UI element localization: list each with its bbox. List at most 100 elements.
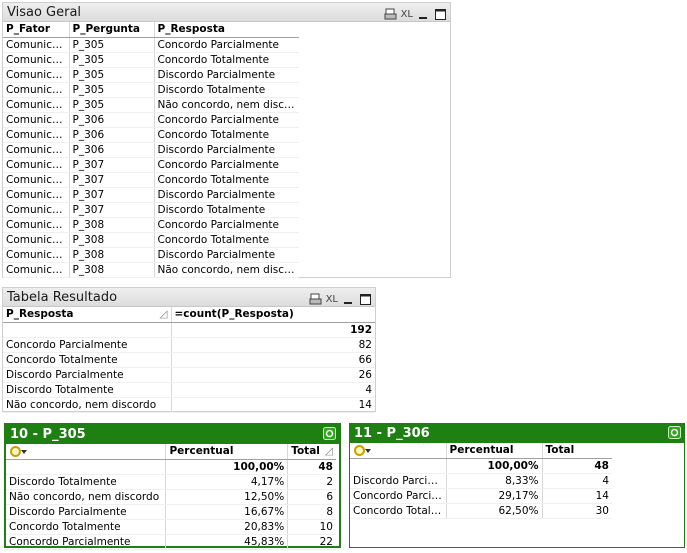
table-cell[interactable]: Concordo Parcialmente bbox=[3, 337, 172, 353]
table-row[interactable]: Discordo Totalmente 4,17% 2 bbox=[6, 474, 336, 490]
table-row[interactable]: ComunicacaoP_306Discordo Parcialmente bbox=[3, 142, 299, 158]
p306-caption[interactable]: 11 - P_306 bbox=[350, 424, 684, 443]
table-cell[interactable]: Concordo Totalmente bbox=[154, 52, 299, 68]
table-row[interactable]: ComunicacaoP_308Concordo Totalmente bbox=[3, 232, 299, 248]
table-cell[interactable]: Comunicacao bbox=[3, 217, 70, 233]
excel-icon[interactable]: XL bbox=[401, 5, 413, 24]
table-row[interactable]: ComunicacaoP_305Discordo Totalmente bbox=[3, 82, 299, 98]
table-row[interactable]: ComunicacaoP_308Discordo Parcialmente bbox=[3, 247, 299, 263]
table-cell[interactable]: 4,17% bbox=[165, 474, 289, 490]
table-cell[interactable]: Concordo Parcialmente bbox=[154, 37, 299, 53]
cycle-icon[interactable] bbox=[668, 426, 681, 439]
table-cell[interactable]: P_308 bbox=[69, 232, 155, 248]
table-row[interactable]: Discordo Parcialmente 16,67% 8 bbox=[6, 504, 336, 520]
table-cell[interactable]: Discordo Parcialmente bbox=[154, 67, 299, 83]
table-cell[interactable]: Comunicacao bbox=[3, 82, 70, 98]
table-cell[interactable]: Discordo Parcialmente bbox=[154, 247, 299, 263]
table-cell[interactable]: 14 bbox=[171, 397, 375, 413]
table-cell[interactable]: Comunicacao bbox=[3, 112, 70, 128]
table-row[interactable]: Discordo Totalmente 4 bbox=[3, 382, 375, 398]
table-row[interactable]: Não concordo, nem discordo 12,50% 6 bbox=[6, 489, 336, 505]
table-row[interactable]: Não concordo, nem discordo 14 bbox=[3, 397, 375, 413]
table-cell[interactable]: Concordo Totalmente bbox=[3, 352, 172, 368]
table-cell[interactable]: 22 bbox=[287, 534, 336, 550]
table-cell[interactable]: 16,67% bbox=[165, 504, 289, 520]
restore-icon[interactable] bbox=[359, 293, 372, 306]
table-cell[interactable]: Discordo Parcialmente bbox=[154, 187, 299, 203]
table-cell[interactable]: Discordo Parcialmente bbox=[350, 473, 447, 489]
table-cell[interactable]: Comunicacao bbox=[3, 202, 70, 218]
col-header-total[interactable]: Total ◿ bbox=[287, 444, 336, 460]
table-cell[interactable]: Comunicacao bbox=[3, 172, 70, 188]
table-cell[interactable]: P_306 bbox=[69, 127, 155, 143]
table-cell[interactable]: 20,83% bbox=[165, 519, 289, 535]
table-row[interactable]: Concordo Totalmente 20,83% 10 bbox=[6, 519, 336, 535]
table-cell[interactable]: Discordo Parcialmente bbox=[6, 504, 167, 520]
table-cell[interactable]: 45,83% bbox=[165, 534, 289, 550]
table-cell[interactable]: 4 bbox=[542, 473, 612, 489]
table-cell[interactable]: Concordo Parcialmente bbox=[154, 112, 299, 128]
sort-indicator-icon[interactable]: ◿ bbox=[159, 307, 167, 321]
minimize-icon[interactable] bbox=[342, 293, 355, 306]
table-cell[interactable]: P_305 bbox=[69, 37, 155, 53]
table-row[interactable]: Concordo Parcialmente 45,83% 22 bbox=[6, 534, 336, 550]
table-cell[interactable]: 29,17% bbox=[446, 488, 543, 504]
table-cell[interactable]: Concordo Totalmente bbox=[154, 127, 299, 143]
table-cell[interactable]: P_305 bbox=[69, 97, 155, 113]
table-cell[interactable]: P_307 bbox=[69, 172, 155, 188]
table-row[interactable]: Concordo Parcialmente 82 bbox=[3, 337, 375, 353]
table-cell[interactable]: Discordo Totalmente bbox=[3, 382, 172, 398]
sort-indicator-icon[interactable]: ◿ bbox=[325, 444, 333, 458]
table-cell[interactable]: Comunicacao bbox=[3, 262, 70, 278]
table-row[interactable]: ComunicacaoP_307Discordo Parcialmente bbox=[3, 187, 299, 203]
table-row[interactable]: Concordo Totalmente 66 bbox=[3, 352, 375, 368]
table-cell[interactable]: P_307 bbox=[69, 157, 155, 173]
table-cell[interactable]: P_306 bbox=[69, 142, 155, 158]
print-icon[interactable] bbox=[384, 8, 397, 21]
table-row[interactable]: ComunicacaoP_307Concordo Totalmente bbox=[3, 172, 299, 188]
table-cell[interactable]: Discordo Totalmente bbox=[154, 82, 299, 98]
table-cell[interactable]: 2 bbox=[287, 474, 336, 490]
col-header-percentual[interactable]: Percentual bbox=[165, 444, 289, 460]
col-header-p-pergunta[interactable]: P_Pergunta bbox=[69, 22, 155, 38]
table-row[interactable]: ComunicacaoP_305Concordo Totalmente bbox=[3, 52, 299, 68]
table-cell[interactable]: 8,33% bbox=[446, 473, 543, 489]
table-cell[interactable]: Concordo Parcialmente bbox=[154, 217, 299, 233]
table-cell[interactable]: Concordo Totalmente bbox=[6, 519, 167, 535]
print-icon[interactable] bbox=[309, 293, 322, 306]
table-row[interactable]: ComunicacaoP_305Não concordo, nem discor… bbox=[3, 97, 299, 113]
table-cell[interactable]: Discordo Parcialmente bbox=[154, 142, 299, 158]
table-row[interactable]: ComunicacaoP_308Concordo Parcialmente bbox=[3, 217, 299, 233]
table-row[interactable]: ComunicacaoP_306Concordo Parcialmente bbox=[3, 112, 299, 128]
table-cell[interactable]: 8 bbox=[287, 504, 336, 520]
table-cell[interactable]: Comunicacao bbox=[3, 142, 70, 158]
table-cell[interactable]: Comunicacao bbox=[3, 247, 70, 263]
table-cell[interactable]: Concordo Totalmente bbox=[350, 503, 447, 519]
table-cell[interactable]: Comunicacao bbox=[3, 187, 70, 203]
table-cell[interactable]: P_307 bbox=[69, 187, 155, 203]
table-cell[interactable]: 10 bbox=[287, 519, 336, 535]
table-cell[interactable]: P_308 bbox=[69, 262, 155, 278]
cycle-icon[interactable] bbox=[323, 427, 336, 440]
table-cell[interactable]: Não concordo, nem discordo bbox=[6, 489, 167, 505]
table-cell[interactable]: P_306 bbox=[69, 112, 155, 128]
search-icon[interactable] bbox=[353, 444, 371, 457]
table-cell[interactable]: Concordo Parcialmente bbox=[350, 488, 447, 504]
table-cell[interactable]: 62,50% bbox=[446, 503, 543, 519]
table-cell[interactable]: Concordo Parcialmente bbox=[6, 534, 167, 550]
minimize-icon[interactable] bbox=[417, 8, 430, 21]
table-cell[interactable]: Não concordo, nem discordo bbox=[154, 262, 299, 278]
table-cell[interactable]: P_307 bbox=[69, 202, 155, 218]
table-row[interactable]: Discordo Parcialmente8,33%4 bbox=[350, 473, 612, 489]
table-cell[interactable]: Discordo Totalmente bbox=[6, 474, 167, 490]
excel-icon[interactable]: XL bbox=[326, 290, 338, 309]
col-header-percentual[interactable]: Percentual bbox=[446, 443, 543, 459]
table-cell[interactable]: P_308 bbox=[69, 217, 155, 233]
table-cell[interactable]: Discordo Totalmente bbox=[154, 202, 299, 218]
table-cell[interactable]: Comunicacao bbox=[3, 67, 70, 83]
table-cell[interactable]: Não concordo, nem discordo bbox=[154, 97, 299, 113]
table-cell[interactable]: Concordo Totalmente bbox=[154, 232, 299, 248]
table-row[interactable]: Discordo Parcialmente 26 bbox=[3, 367, 375, 383]
table-cell[interactable]: 66 bbox=[171, 352, 375, 368]
p305-caption[interactable]: 10 - P_305 bbox=[6, 425, 339, 444]
